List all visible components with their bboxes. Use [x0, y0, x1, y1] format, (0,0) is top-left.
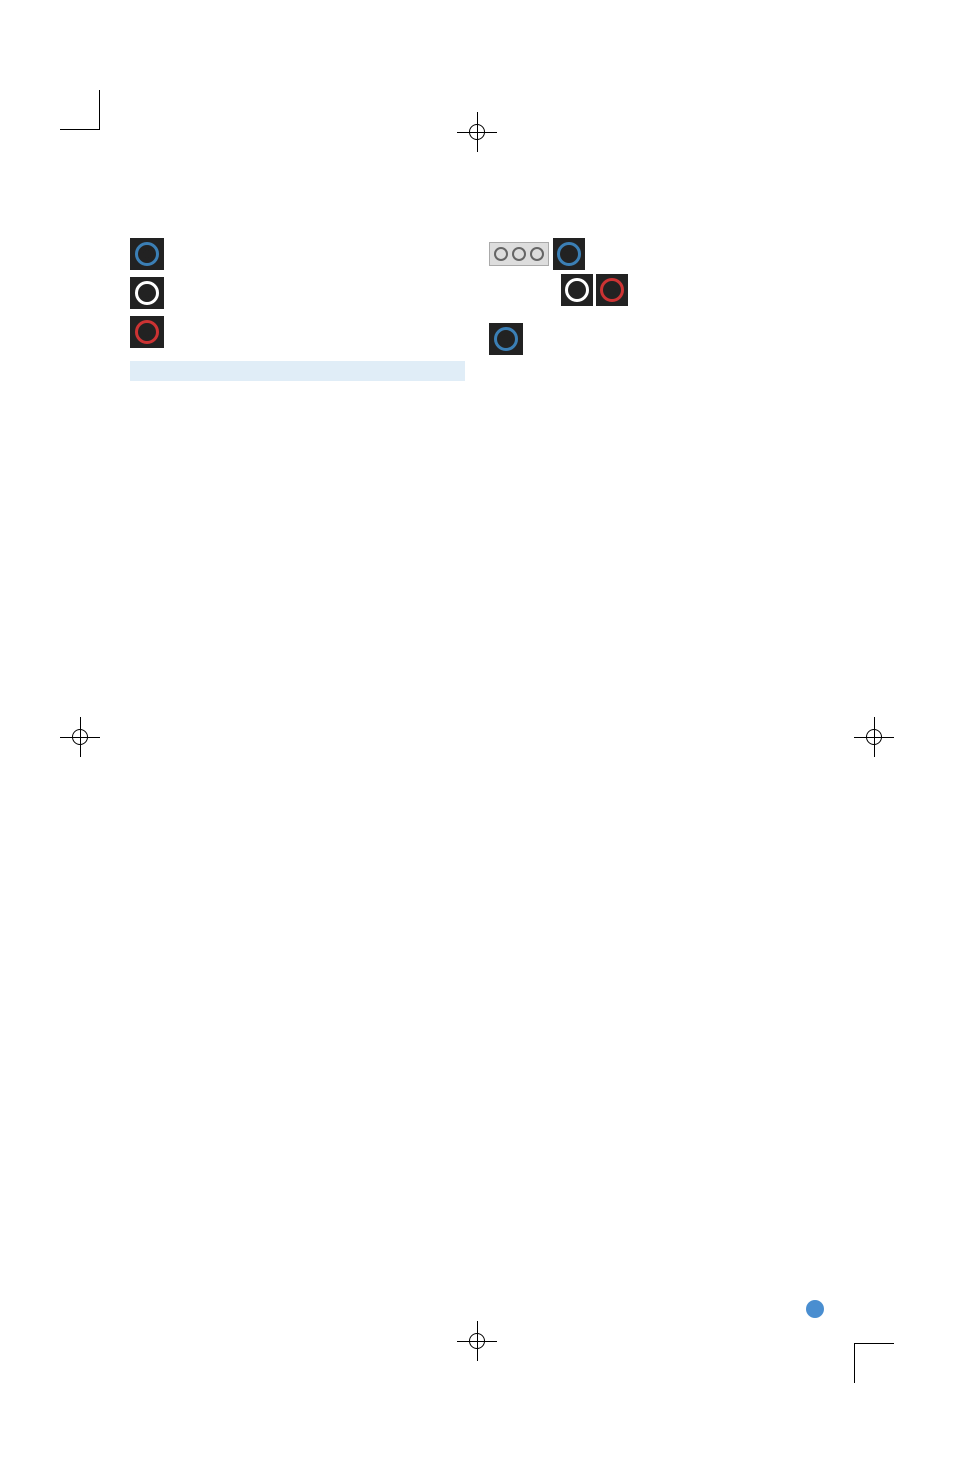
registration-mark-top — [457, 112, 497, 152]
crop-mark-br — [854, 1343, 894, 1383]
note-box — [130, 361, 465, 381]
registration-mark-bottom — [457, 1321, 497, 1361]
page-number-badge — [806, 1300, 824, 1318]
page-content — [130, 210, 824, 391]
left-column — [130, 230, 465, 391]
figure-18-image — [489, 323, 523, 360]
registration-mark-right — [854, 717, 894, 757]
figure-16-image — [130, 238, 164, 353]
crop-mark-tl — [60, 90, 100, 130]
registration-mark-left — [60, 717, 100, 757]
right-column — [489, 230, 824, 391]
figure-17-image — [489, 238, 628, 311]
